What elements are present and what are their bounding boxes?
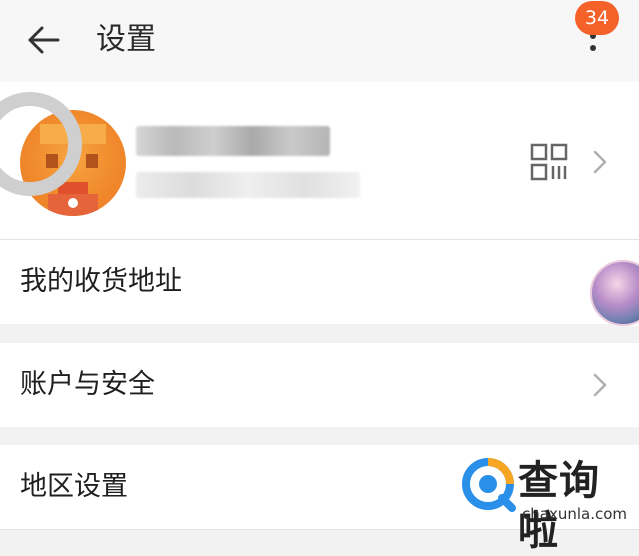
chevron-right-icon [593, 373, 607, 397]
qr-code-icon[interactable] [529, 142, 569, 182]
watermark-url: chaxunla.com [522, 505, 627, 523]
notification-badge: 34 [575, 1, 619, 35]
settings-item-label: 账户与安全 [20, 369, 155, 400]
chevron-right-icon [593, 150, 607, 174]
avatar [590, 260, 639, 326]
profile-name [136, 126, 330, 156]
profile-card[interactable] [0, 82, 639, 239]
settings-item-label: 我的收货地址 [20, 266, 182, 297]
settings-item-account-security[interactable]: 账户与安全 [0, 343, 639, 427]
header-bar: 设置 34 [0, 0, 639, 82]
settings-item-address[interactable]: 我的收货地址 [0, 240, 639, 324]
page-title: 设置 [96, 22, 156, 57]
watermark: 查询啦 chaxunla.com [460, 456, 635, 554]
profile-id [136, 172, 360, 198]
search-logo-icon [462, 458, 516, 512]
settings-item-label: 地区设置 [20, 471, 128, 502]
arrow-left-icon[interactable] [24, 23, 64, 57]
